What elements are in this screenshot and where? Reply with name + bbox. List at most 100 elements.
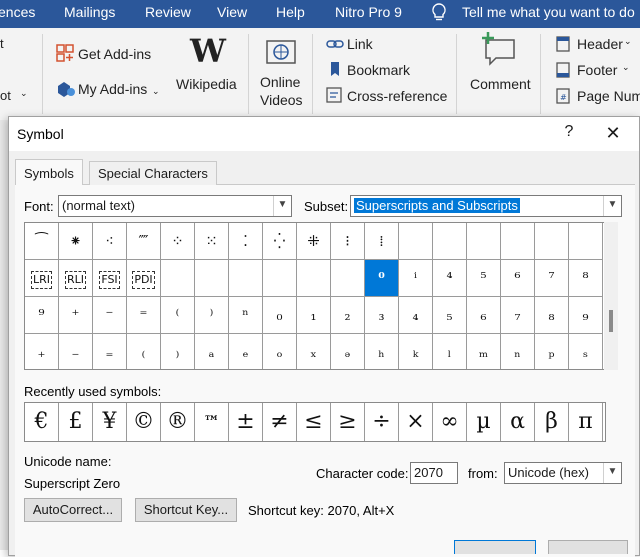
symbol-cell[interactable]: ₎: [161, 334, 195, 369]
close-icon[interactable]: ✕: [601, 123, 625, 145]
recent-symbol-cell[interactable]: ®: [161, 403, 195, 441]
symbol-cell[interactable]: ⁻: [93, 297, 127, 334]
symbol-cell[interactable]: ₇: [501, 297, 535, 334]
recent-symbol-cell[interactable]: ©: [127, 403, 161, 441]
symbol-cell[interactable]: [501, 223, 535, 260]
symbol-cell[interactable]: ⁜: [297, 223, 331, 260]
recent-symbol-cell[interactable]: ∞: [433, 403, 467, 441]
symbol-cell[interactable]: ₑ: [229, 334, 263, 369]
recent-symbol-cell[interactable]: ×: [399, 403, 433, 441]
symbol-cell[interactable]: ₁: [297, 297, 331, 334]
symbol-cell[interactable]: ⁕: [59, 223, 93, 260]
shortcut-key-button[interactable]: Shortcut Key...: [135, 498, 237, 522]
page-number-button[interactable]: Page Num: [577, 88, 640, 104]
symbol-cell[interactable]: ₛ: [569, 334, 603, 369]
symbol-cell[interactable]: ⁀: [25, 223, 59, 260]
scrollbar-thumb[interactable]: [609, 310, 613, 332]
symbol-cell[interactable]: ₘ: [467, 334, 501, 369]
symbol-cell[interactable]: ₆: [467, 297, 501, 334]
symbol-cell[interactable]: ₄: [399, 297, 433, 334]
symbol-cell[interactable]: ₒ: [263, 334, 297, 369]
symbol-cell[interactable]: ⁶: [501, 260, 535, 297]
insert-button[interactable]: [454, 540, 536, 554]
recent-symbol-cell[interactable]: ™: [195, 403, 229, 441]
link-button[interactable]: Link: [347, 36, 373, 52]
subset-dropdown[interactable]: Superscripts and Subscripts ▼: [350, 195, 622, 217]
symbol-cell[interactable]: ⁗: [127, 223, 161, 260]
symbol-cell[interactable]: ₕ: [365, 334, 399, 369]
symbol-cell[interactable]: ₅: [433, 297, 467, 334]
chevron-down-icon[interactable]: ▼: [273, 196, 291, 216]
symbol-cell[interactable]: FSI: [93, 260, 127, 297]
recent-symbol-cell[interactable]: ±: [229, 403, 263, 441]
symbol-cell[interactable]: ₚ: [535, 334, 569, 369]
font-dropdown[interactable]: (normal text) ▼: [58, 195, 292, 217]
symbol-cell[interactable]: ⁞: [365, 223, 399, 260]
symbol-cell[interactable]: ⁴: [433, 260, 467, 297]
tab-special-characters[interactable]: Special Characters: [89, 161, 217, 185]
recent-symbol-cell[interactable]: ≥: [331, 403, 365, 441]
cancel-button[interactable]: [548, 540, 628, 554]
wikipedia-button[interactable]: Wikipedia: [176, 76, 237, 92]
symbol-cell[interactable]: [535, 223, 569, 260]
symbol-cell[interactable]: [263, 260, 297, 297]
recent-symbol-cell[interactable]: α: [501, 403, 535, 441]
symbol-cell[interactable]: [195, 260, 229, 297]
symbol-cell[interactable]: ⁱ: [399, 260, 433, 297]
symbol-cell[interactable]: ₓ: [297, 334, 331, 369]
symbol-cell[interactable]: ⁽: [161, 297, 195, 334]
symbol-cell[interactable]: ₉: [569, 297, 603, 334]
symbol-cell[interactable]: ⁚: [229, 223, 263, 260]
chevron-down-icon[interactable]: ▼: [603, 463, 621, 483]
symbol-cell[interactable]: ₙ: [501, 334, 535, 369]
chevron-down-icon[interactable]: ▼: [603, 196, 621, 216]
symbol-cell[interactable]: ⁖: [93, 223, 127, 260]
from-dropdown[interactable]: Unicode (hex) ▼: [504, 462, 622, 484]
recent-symbol-cell[interactable]: π: [569, 403, 603, 441]
symbol-cell-selected[interactable]: ⁰: [365, 260, 399, 297]
symbol-cell[interactable]: ⁵: [467, 260, 501, 297]
recent-symbol-cell[interactable]: £: [59, 403, 93, 441]
cross-reference-button[interactable]: Cross-reference: [347, 88, 447, 104]
symbol-cell[interactable]: ⁙: [195, 223, 229, 260]
recent-symbol-cell[interactable]: ≠: [263, 403, 297, 441]
symbol-cell[interactable]: [569, 223, 603, 260]
tab-review[interactable]: Review: [145, 4, 191, 20]
get-addins-button[interactable]: Get Add-ins: [78, 46, 151, 62]
symbol-cell[interactable]: PDI: [127, 260, 161, 297]
symbol-cell[interactable]: [331, 260, 365, 297]
symbol-cell[interactable]: [229, 260, 263, 297]
tab-references[interactable]: ences: [0, 4, 35, 20]
header-button[interactable]: Header: [577, 36, 623, 52]
symbol-cell[interactable]: ⁹: [25, 297, 59, 334]
recent-symbol-cell[interactable]: ÷: [365, 403, 399, 441]
online-videos-label-2[interactable]: Videos: [260, 92, 303, 108]
symbol-cell[interactable]: ₋: [59, 334, 93, 369]
symbol-cell[interactable]: ⁿ: [229, 297, 263, 334]
symbol-cell[interactable]: [399, 223, 433, 260]
symbol-cell[interactable]: ⁸: [569, 260, 603, 297]
autocorrect-button[interactable]: AutoCorrect...: [24, 498, 122, 522]
symbol-cell[interactable]: ₈: [535, 297, 569, 334]
symbol-cell[interactable]: [297, 260, 331, 297]
character-code-input[interactable]: 2070: [410, 462, 458, 484]
online-videos-label-1[interactable]: Online: [260, 74, 300, 90]
bookmark-button[interactable]: Bookmark: [347, 62, 410, 78]
recent-symbol-cell[interactable]: €: [25, 403, 59, 441]
symbol-grid-scrollbar[interactable]: [604, 222, 618, 370]
symbol-cell[interactable]: ⁛: [263, 223, 297, 260]
symbol-cell[interactable]: ⁘: [161, 223, 195, 260]
my-addins-button[interactable]: My Add-ins: [78, 81, 147, 97]
tab-mailings[interactable]: Mailings: [64, 4, 115, 20]
symbol-cell[interactable]: [433, 223, 467, 260]
comment-button[interactable]: Comment: [470, 76, 531, 92]
symbol-cell[interactable]: ₐ: [195, 334, 229, 369]
symbol-cell[interactable]: ₊: [25, 334, 59, 369]
symbol-cell[interactable]: ⁾: [195, 297, 229, 334]
help-button[interactable]: ?: [557, 123, 581, 145]
symbol-cell[interactable]: ⁷: [535, 260, 569, 297]
footer-button[interactable]: Footer: [577, 62, 617, 78]
recent-symbol-cell[interactable]: ≤: [297, 403, 331, 441]
symbol-cell[interactable]: ₀: [263, 297, 297, 334]
tab-view[interactable]: View: [217, 4, 247, 20]
